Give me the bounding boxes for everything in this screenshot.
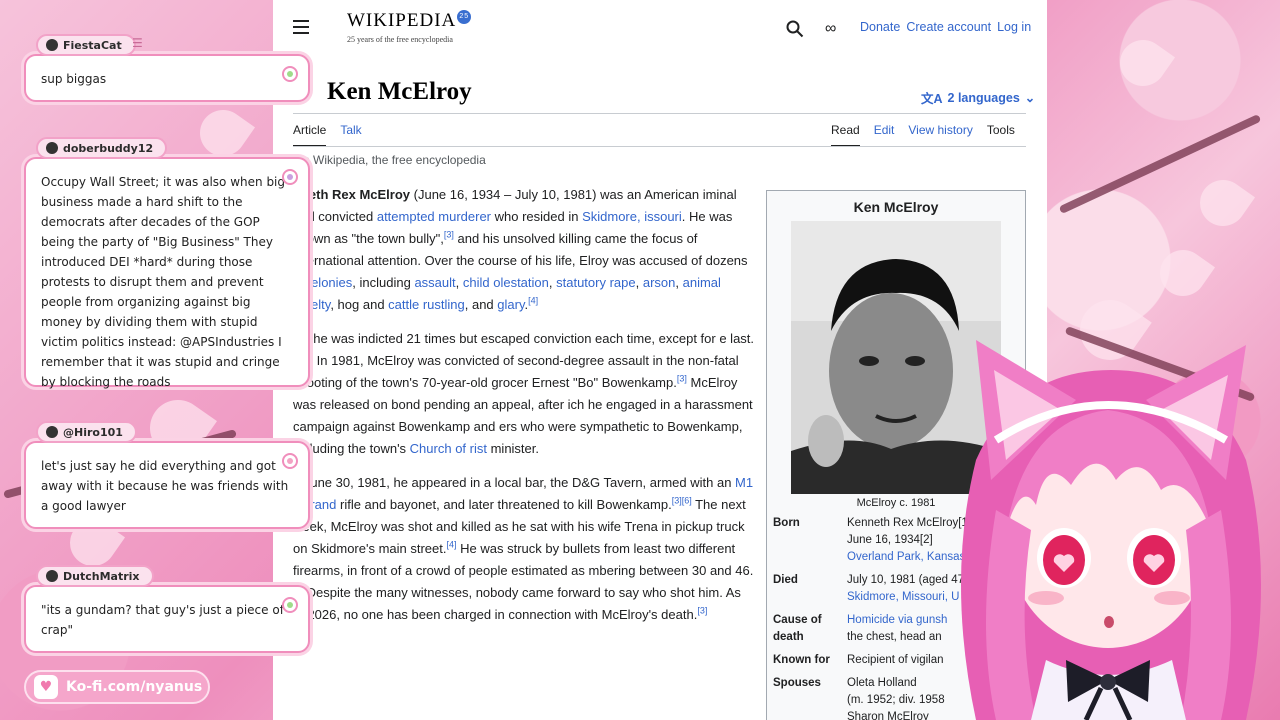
- chat-badge-icon: [282, 597, 298, 613]
- chat-bubble: Occupy Wall Street; it was also when big…: [24, 157, 310, 389]
- languages-button[interactable]: 文A 2 languages ⌄: [921, 88, 1035, 107]
- chat-text: "its a gundam? that guy's just a piece o…: [41, 603, 284, 637]
- vtuber-avatar: [961, 340, 1261, 720]
- languages-label: 2 languages: [947, 90, 1020, 105]
- anniversary-badge: 25: [457, 10, 472, 24]
- row-label: Born: [773, 517, 800, 529]
- kofi-link: Ko-fi.com/nyanus: [66, 679, 203, 695]
- chat-message: let's just say he did everything and got…: [24, 421, 310, 529]
- tab-edit[interactable]: Edit: [874, 123, 895, 147]
- chat-text: Occupy Wall Street; it was also when big…: [41, 175, 286, 389]
- username-text: DutchMatrix: [63, 569, 140, 583]
- create-account-link[interactable]: Create account: [906, 20, 991, 34]
- username-text: @Hiro101: [63, 425, 123, 439]
- chat-username: doberbuddy12: [36, 137, 168, 159]
- chat-badge-icon: [282, 453, 298, 469]
- chat-bubble: let's just say he did everything and got…: [24, 441, 310, 529]
- tab-read[interactable]: Read: [831, 123, 860, 147]
- menu-lines-icon: ☰: [132, 36, 143, 50]
- chat-message: Occupy Wall Street; it was also when big…: [24, 137, 310, 389]
- wiki-tagline: 25 years of the free encyclopedia: [347, 35, 453, 44]
- kofi-banner: ♥ Ko-fi.com/nyanus: [24, 670, 210, 704]
- search-icon[interactable]: [786, 20, 804, 38]
- wordmark-text: WIKIPEDIA: [347, 10, 457, 31]
- infinity-icon[interactable]: ∞: [825, 20, 843, 38]
- article-body: nneth Rex McElroy (June 16, 1934 – July …: [293, 184, 755, 638]
- chat-username: FiestaCat: [36, 34, 136, 56]
- view-tabs: Read Edit View history Tools: [831, 123, 1015, 147]
- chat-bubble: "its a gundam? that guy's just a piece o…: [24, 585, 310, 653]
- tools-menu[interactable]: Tools: [987, 123, 1015, 147]
- site-subtitle: om Wikipedia, the free encyclopedia: [293, 153, 486, 167]
- paragraph-1: nneth Rex McElroy (June 16, 1934 – July …: [293, 187, 748, 312]
- chat-message: sup biggas FiestaCat ☰: [24, 34, 310, 104]
- chat-username: @Hiro101: [36, 421, 137, 443]
- kofi-cup-icon: ♥: [34, 675, 58, 699]
- chat-bubble: sup biggas: [24, 54, 310, 102]
- petal-decoration: [1150, 240, 1216, 306]
- row-label: Died: [773, 574, 798, 586]
- main-menu-icon[interactable]: [293, 20, 309, 34]
- tab-talk[interactable]: Talk: [340, 123, 361, 147]
- petal-decoration: [1190, 170, 1256, 236]
- page-title: Ken McElroy: [327, 78, 472, 105]
- donate-link[interactable]: Donate: [860, 20, 900, 34]
- chevron-down-icon: ⌄: [1024, 91, 1036, 105]
- row-label: Known for: [773, 654, 830, 666]
- row-label: Cause of death: [773, 614, 822, 643]
- tab-view-history[interactable]: View history: [908, 123, 972, 147]
- wikipedia-page: WIKIPEDIA 25 25 years of the free encyclo…: [273, 0, 1047, 720]
- paragraph-2: all, he was indicted 21 times but escape…: [293, 331, 755, 456]
- personal-tools: Donate Create account Log in: [860, 20, 1031, 34]
- chat-badge-icon: [282, 169, 298, 185]
- log-in-link[interactable]: Log in: [997, 20, 1031, 34]
- wikipedia-logo[interactable]: WIKIPEDIA 25: [347, 10, 472, 32]
- petal-decoration: [1110, 30, 1176, 96]
- wiki-header: WIKIPEDIA 25 25 years of the free encyclo…: [273, 0, 1047, 58]
- user-avatar-icon: [46, 570, 58, 582]
- tabs-divider: [293, 146, 1026, 147]
- infobox-title: Ken McElroy: [853, 199, 939, 215]
- row-label: Spouses: [773, 677, 821, 689]
- user-avatar-icon: [46, 39, 58, 51]
- user-avatar-icon: [46, 426, 58, 438]
- user-avatar-icon: [46, 142, 58, 154]
- title-divider: [293, 113, 1026, 114]
- chat-message: "its a gundam? that guy's just a piece o…: [24, 565, 310, 655]
- translate-icon: 文A: [921, 92, 943, 106]
- username-text: doberbuddy12: [63, 141, 154, 155]
- chat-username: DutchMatrix: [36, 565, 154, 587]
- paragraph-3: n June 30, 1981, he appeared in a local …: [293, 475, 754, 622]
- chat-text: let's just say he did everything and got…: [41, 459, 289, 513]
- chat-text: sup biggas: [41, 72, 107, 86]
- username-text: FiestaCat: [63, 38, 122, 52]
- chat-badge-icon: [282, 66, 298, 82]
